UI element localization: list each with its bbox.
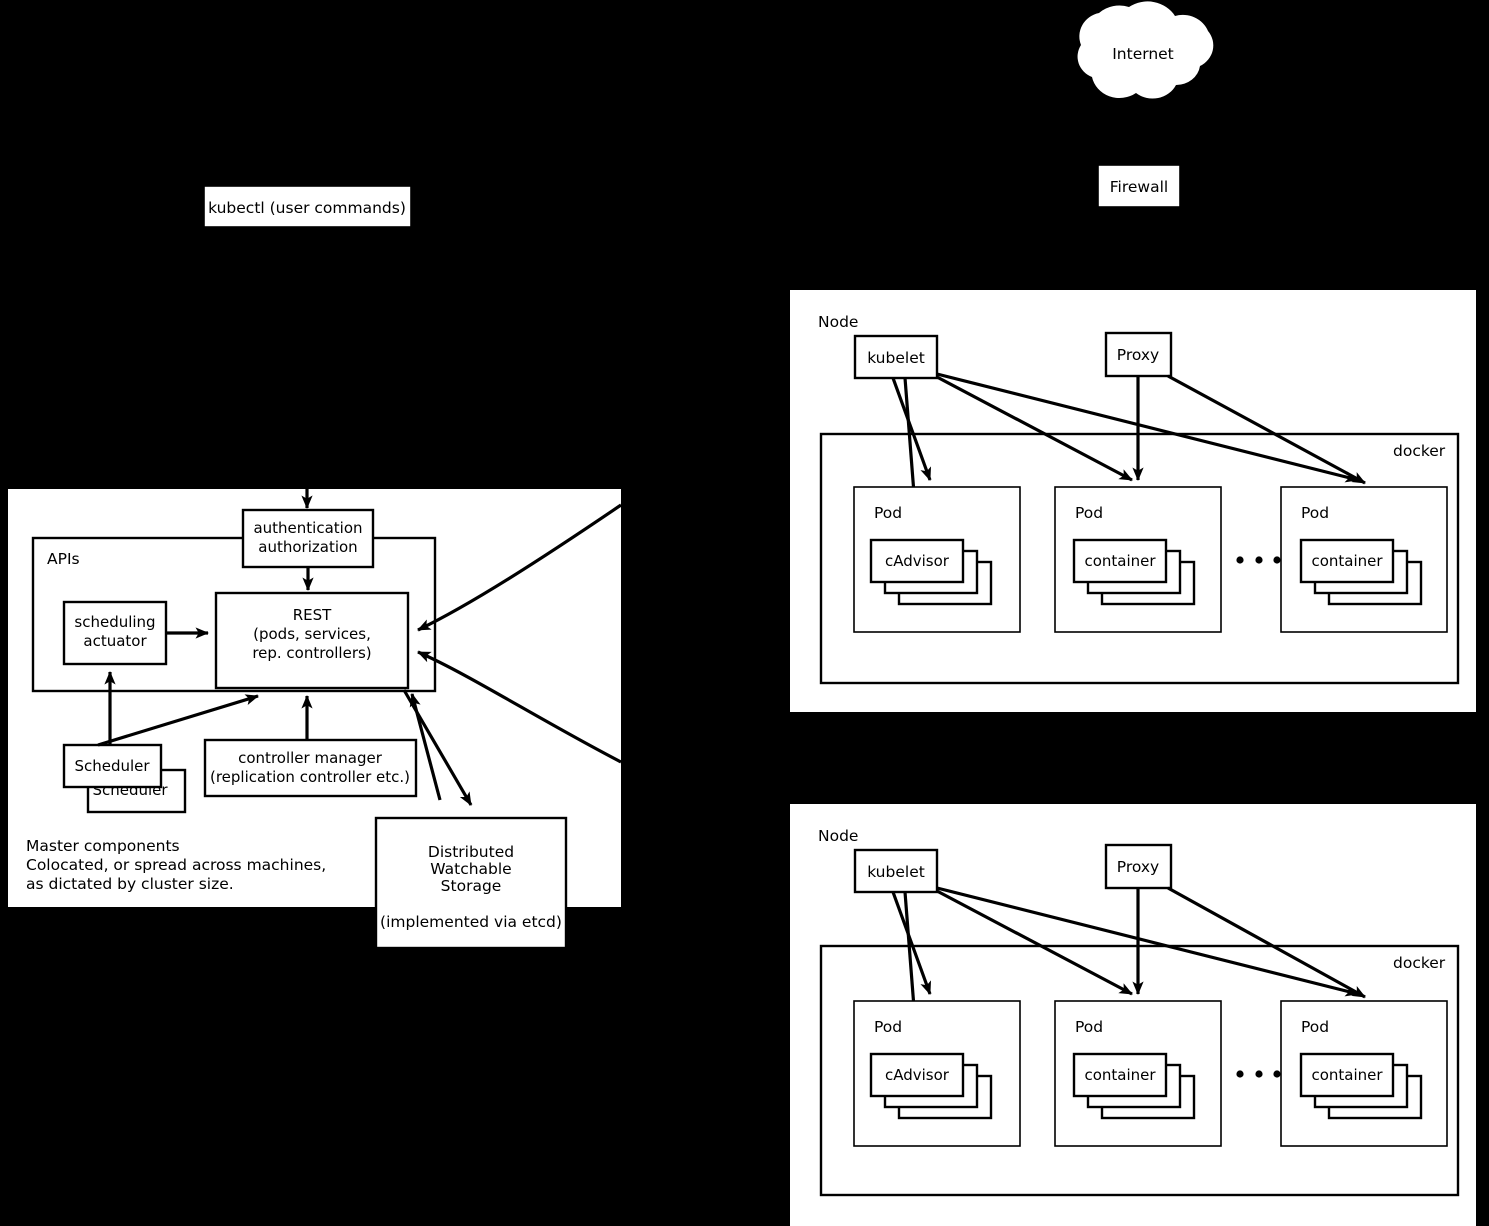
rest-box: REST (pods, services, rep. controllers) bbox=[214, 591, 410, 690]
node-panel-2: Node kubelet Proxy docker Pod cAdvisor P… bbox=[790, 804, 1476, 1226]
node-1-kubelet-label: kubelet bbox=[867, 349, 925, 367]
master-caption-line3: as dictated by cluster size. bbox=[26, 875, 234, 893]
storage-line2: Watchable bbox=[430, 860, 511, 878]
rest-line3: rep. controllers) bbox=[252, 644, 371, 662]
architecture-svg: Internet Firewall kubectl (user commands… bbox=[8, 1, 1476, 1226]
node-2-kubelet-label: kubelet bbox=[867, 863, 925, 881]
node-1-kubelet-box: kubelet bbox=[853, 334, 939, 380]
node-1-pod-2-container: container bbox=[1084, 552, 1156, 570]
node-1-pod-3-container: container bbox=[1311, 552, 1383, 570]
auth-line1: authentication bbox=[253, 519, 362, 537]
node-2-pod-2: Pod container bbox=[1054, 1000, 1222, 1147]
scheduling-actuator-box: scheduling actuator bbox=[62, 600, 168, 666]
auth-line2: authorization bbox=[258, 538, 357, 556]
rest-line1: REST bbox=[293, 606, 332, 624]
node-2-pod-1-container: cAdvisor bbox=[885, 1066, 950, 1084]
node-2-pod-3: Pod container bbox=[1280, 1000, 1448, 1147]
master-caption-line2: Colocated, or spread across machines, bbox=[26, 856, 326, 874]
node-1-pod-1-label: Pod bbox=[874, 504, 902, 522]
storage-line3: Storage bbox=[441, 877, 502, 895]
node-1-pod-1: Pod cAdvisor bbox=[853, 486, 1021, 633]
node-1-pod-2: Pod container bbox=[1054, 486, 1222, 633]
node-2-proxy-box: Proxy bbox=[1104, 843, 1173, 890]
node-panel-1: Node kubelet Proxy docker Pod cAdvisor P… bbox=[790, 290, 1476, 712]
node-1-pod-3-label: Pod bbox=[1301, 504, 1329, 522]
node-2-pod-3-container: container bbox=[1311, 1066, 1383, 1084]
storage-line1: Distributed bbox=[428, 843, 514, 861]
node-1-pod-3: Pod container bbox=[1280, 486, 1448, 633]
controller-manager-line2: (replication controller etc.) bbox=[210, 768, 410, 786]
diagram-canvas: Internet Firewall kubectl (user commands… bbox=[0, 0, 1489, 1226]
rest-line2: (pods, services, bbox=[253, 625, 371, 643]
node-1-label: Node bbox=[818, 313, 858, 331]
master-caption-line1: Master components bbox=[26, 837, 180, 855]
scheduling-actuator-line2: actuator bbox=[83, 632, 147, 650]
node-2-pod-1-label: Pod bbox=[874, 1018, 902, 1036]
scheduler-front-label: Scheduler bbox=[74, 757, 150, 775]
firewall-box: Firewall bbox=[1097, 164, 1181, 208]
node-1-docker-label: docker bbox=[1393, 442, 1446, 460]
node-2-pod-1: Pod cAdvisor bbox=[853, 1000, 1021, 1147]
node-2-label: Node bbox=[818, 827, 858, 845]
kubectl-box: kubectl (user commands) bbox=[203, 185, 412, 228]
storage-box: Distributed Watchable Storage (implement… bbox=[374, 816, 568, 950]
storage-line4: (implemented via etcd) bbox=[380, 913, 562, 931]
scheduling-actuator-line1: scheduling bbox=[74, 613, 155, 631]
internet-label: Internet bbox=[1112, 45, 1174, 63]
node-2-docker-label: docker bbox=[1393, 954, 1446, 972]
firewall-label: Firewall bbox=[1110, 178, 1168, 196]
node-2-pod-2-container: container bbox=[1084, 1066, 1156, 1084]
internet-cloud: Internet bbox=[1077, 1, 1214, 99]
controller-manager-line1: controller manager bbox=[238, 749, 383, 767]
node-1-proxy-label: Proxy bbox=[1117, 346, 1159, 364]
kubectl-label: kubectl (user commands) bbox=[208, 199, 406, 217]
node-2-pod-3-label: Pod bbox=[1301, 1018, 1329, 1036]
node-1-proxy-box: Proxy bbox=[1104, 331, 1173, 378]
node-1-pod-2-label: Pod bbox=[1075, 504, 1103, 522]
node-2-pod-2-label: Pod bbox=[1075, 1018, 1103, 1036]
node-2-proxy-label: Proxy bbox=[1117, 858, 1159, 876]
controller-manager-box: controller manager (replication controll… bbox=[203, 738, 418, 798]
node-2-kubelet-box: kubelet bbox=[853, 848, 939, 894]
auth-box: authentication authorization bbox=[241, 508, 375, 569]
apis-label: APIs bbox=[47, 550, 80, 568]
node-1-pod-1-container: cAdvisor bbox=[885, 552, 950, 570]
